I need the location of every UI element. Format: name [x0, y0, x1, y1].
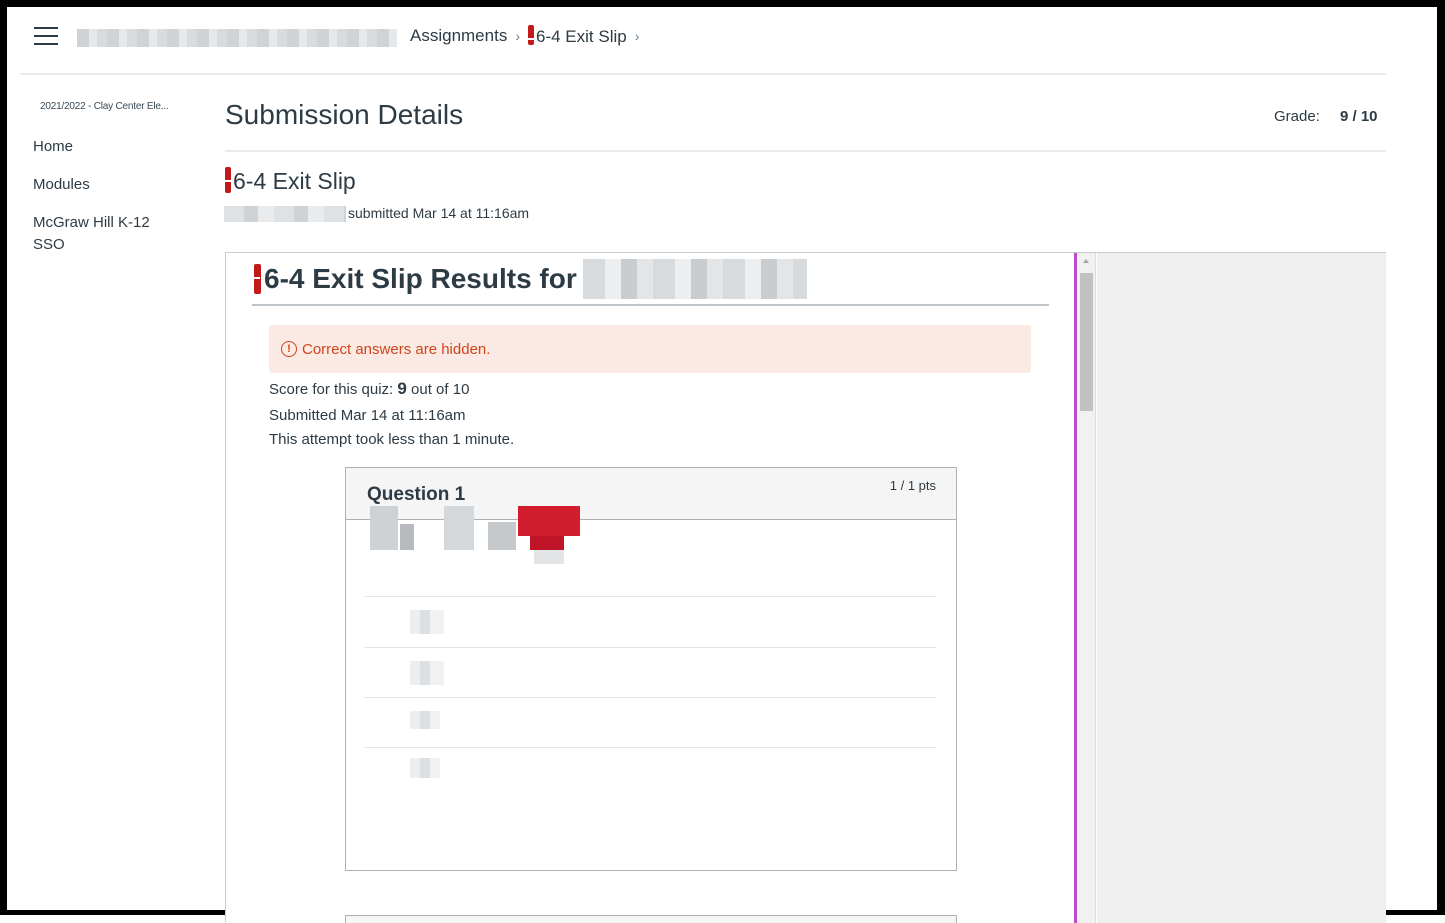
divider [252, 304, 1049, 306]
nav-item-mcgraw-hill[interactable]: McGraw Hill K-12 SSO [33, 212, 183, 256]
answer-option-redacted [410, 610, 444, 634]
course-name-redacted[interactable] [77, 29, 397, 47]
attempt-duration: This attempt took less than 1 minute. [269, 431, 515, 448]
breadcrumb: Assignments › 6-4 Exit Slip › [410, 25, 647, 47]
alert-info-icon: ! [281, 341, 297, 357]
course-term: 2021/2022 - Clay Center Ele... [40, 101, 169, 112]
grade-label: Grade: [1274, 108, 1320, 125]
answer-option-redacted [410, 711, 440, 729]
nav-item-modules[interactable]: Modules [33, 174, 183, 196]
question-text-redacted [370, 506, 580, 566]
results-title-label: 6-4 Exit Slip Results for [264, 263, 577, 294]
score-prefix: Score for this quiz: [269, 381, 394, 398]
assignment-name[interactable]: 6-4 Exit Slip [225, 167, 356, 195]
submitted-date: Submitted Mar 14 at 11:16am [269, 407, 466, 424]
results-title: 6-4 Exit Slip Results for [254, 259, 807, 299]
exclamation-icon [528, 25, 534, 45]
answer-divider [364, 747, 936, 748]
next-question-card [345, 915, 957, 923]
breadcrumb-separator-icon: › [515, 28, 520, 44]
grade-value: 9 / 10 [1340, 108, 1378, 125]
question-points: 1 / 1 pts [889, 478, 936, 493]
score-suffix: out of 10 [411, 381, 470, 398]
breadcrumb-exit-slip[interactable]: 6-4 Exit Slip [528, 25, 627, 47]
answer-divider [364, 596, 936, 597]
results-scrollbar[interactable] [1077, 253, 1096, 923]
header-bar: Assignments › 6-4 Exit Slip › [20, 7, 1386, 75]
hidden-answers-alert: ! Correct answers are hidden. [269, 325, 1031, 373]
exclamation-icon [225, 167, 231, 193]
scroll-thumb[interactable] [1080, 273, 1093, 411]
nav-item-home[interactable]: Home [33, 136, 183, 158]
breadcrumb-exit-slip-label: 6-4 Exit Slip [536, 27, 627, 46]
quiz-results-panel: 6-4 Exit Slip Results for ! Correct answ… [225, 252, 1386, 923]
exclamation-icon [254, 264, 261, 294]
submitted-timestamp: submitted Mar 14 at 11:16am [348, 205, 530, 221]
divider [225, 150, 1386, 152]
answer-option-redacted [410, 661, 444, 685]
quiz-score: Score for this quiz: 9 out of 10 [269, 379, 469, 399]
question-title: Question 1 [367, 484, 466, 505]
answer-divider [364, 697, 936, 698]
student-name-redacted [582, 259, 807, 299]
app-frame: Assignments › 6-4 Exit Slip › 2021/2022 … [0, 0, 1445, 923]
page-title: Submission Details [225, 99, 464, 130]
assignment-name-label: 6-4 Exit Slip [233, 168, 356, 194]
side-panel [1097, 253, 1386, 923]
breadcrumb-separator-icon: › [634, 28, 640, 44]
answer-divider [364, 647, 936, 648]
scroll-up-icon[interactable] [1083, 259, 1089, 263]
score-value: 9 [397, 379, 407, 398]
breadcrumb-assignments[interactable]: Assignments [410, 26, 507, 46]
hamburger-menu-icon[interactable] [34, 27, 58, 45]
quiz-results-frame: 6-4 Exit Slip Results for ! Correct answ… [226, 253, 1075, 923]
alert-text: Correct answers are hidden. [302, 340, 491, 358]
answer-option-redacted [410, 758, 440, 778]
student-name-redacted [224, 206, 346, 222]
question-card: Question 1 1 / 1 pts [345, 467, 957, 871]
